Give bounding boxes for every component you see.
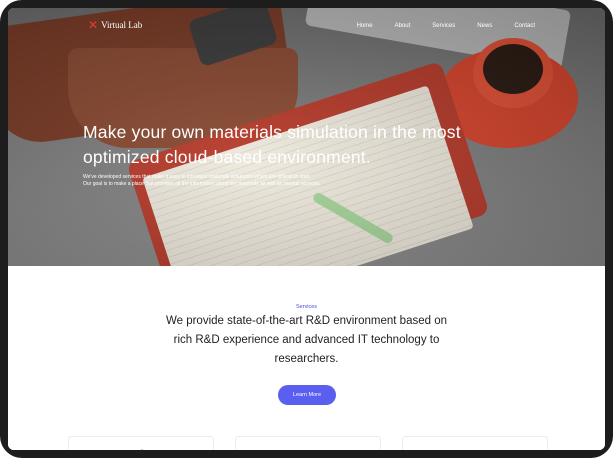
service-card[interactable]	[68, 436, 214, 450]
nav-item-news[interactable]: News	[477, 23, 492, 29]
hero-title: Make your own materials simulation in th…	[83, 120, 543, 170]
atom-icon	[140, 449, 144, 450]
top-nav: ✕ Virtual Lab Home About Services News C…	[8, 8, 605, 44]
hero-subtitle-line: Our goal is to make a place that provide…	[83, 181, 321, 187]
services-section: Services We provide state-of-the-art R&D…	[8, 266, 605, 450]
browser-viewport: ✕ Virtual Lab Home About Services News C…	[8, 8, 605, 450]
nav-item-about[interactable]: About	[395, 23, 411, 29]
service-card[interactable]	[402, 436, 548, 450]
nav-item-contact[interactable]: Contact	[514, 23, 535, 29]
hero-text: Make your own materials simulation in th…	[83, 120, 543, 188]
nav-item-home[interactable]: Home	[357, 23, 373, 29]
services-title-line: rich R&D experience and advanced IT tech…	[173, 334, 440, 346]
services-title-line: We provide state-of-the-art R&D environm…	[165, 315, 448, 327]
hero-title-line: Make your own materials simulation in th…	[83, 122, 461, 142]
services-label: Services	[295, 304, 318, 310]
nav-menu: Home About Services News Contact	[357, 23, 535, 29]
logo[interactable]: ✕ Virtual Lab	[88, 18, 143, 32]
learn-more-button[interactable]: Learn More	[278, 385, 336, 405]
service-card[interactable]	[235, 436, 381, 450]
hero-subtitle: We've developed services that make it ea…	[83, 174, 543, 188]
hero-subtitle-line: We've developed services that make it ea…	[83, 174, 311, 180]
hero-title-line: optimized cloud-based environment.	[83, 147, 371, 167]
services-title-line: researchers.	[274, 353, 339, 365]
device-frame: ✕ Virtual Lab Home About Services News C…	[0, 0, 613, 458]
logo-text: Virtual Lab	[101, 20, 143, 30]
star-logo-icon: ✕	[88, 18, 99, 32]
graduation-cap-icon	[299, 449, 319, 450]
services-title: We provide state-of-the-art R&D environm…	[158, 312, 455, 369]
chart-icon	[466, 449, 486, 450]
nav-item-services[interactable]: Services	[432, 23, 455, 29]
hero-section: ✕ Virtual Lab Home About Services News C…	[8, 8, 605, 266]
